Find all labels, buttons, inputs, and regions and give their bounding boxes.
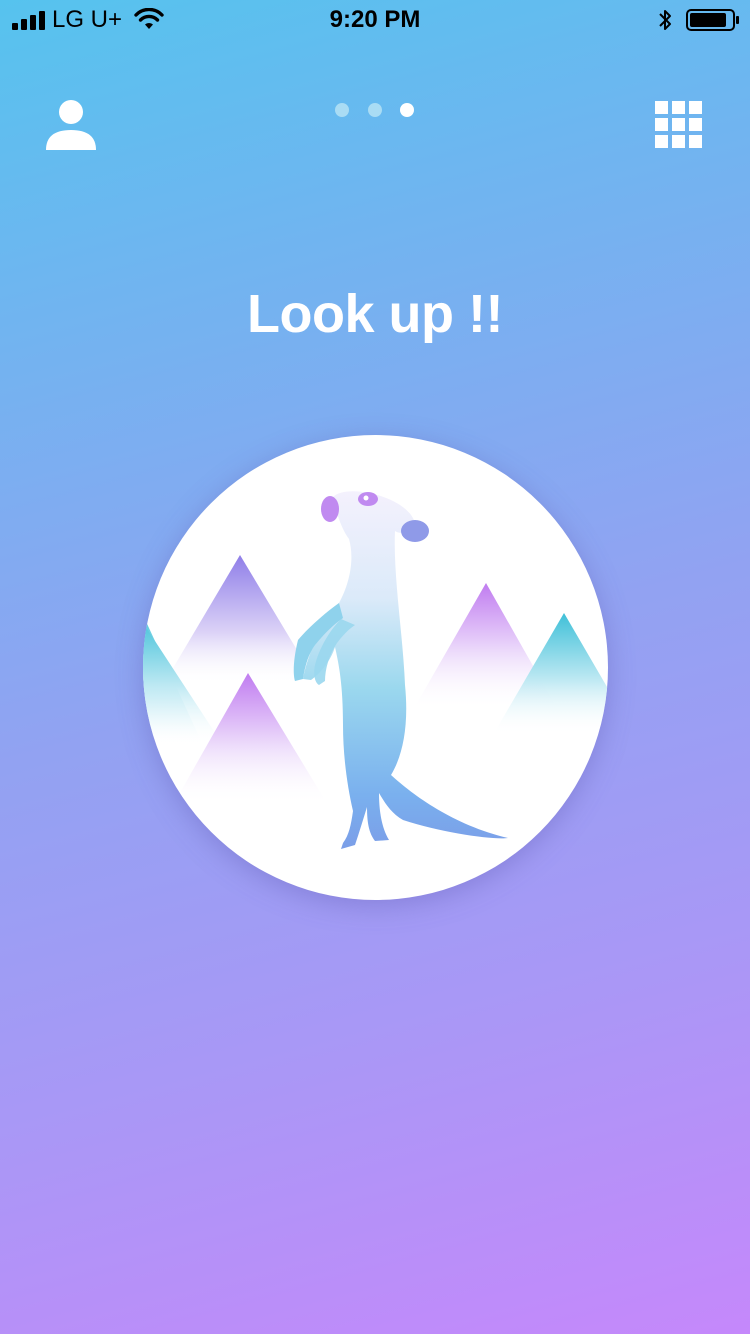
grid-menu-button[interactable] xyxy=(654,100,704,150)
user-profile-icon xyxy=(46,100,96,150)
illustration-circle xyxy=(143,435,608,900)
page-dot-active[interactable] xyxy=(400,103,414,117)
profile-button[interactable] xyxy=(42,98,100,154)
page-indicator xyxy=(333,101,417,119)
page-dot[interactable] xyxy=(335,103,349,117)
status-bar: LG U+ 9:20 PM xyxy=(0,0,750,40)
meerkat-mountains-illustration xyxy=(143,491,608,849)
page-title: Look up !! xyxy=(247,284,503,344)
bluetooth-icon xyxy=(659,10,671,30)
battery-icon xyxy=(686,9,739,31)
status-time: 9:20 PM xyxy=(329,6,421,33)
page-dot[interactable] xyxy=(368,103,382,117)
grid-menu-icon xyxy=(655,101,702,148)
